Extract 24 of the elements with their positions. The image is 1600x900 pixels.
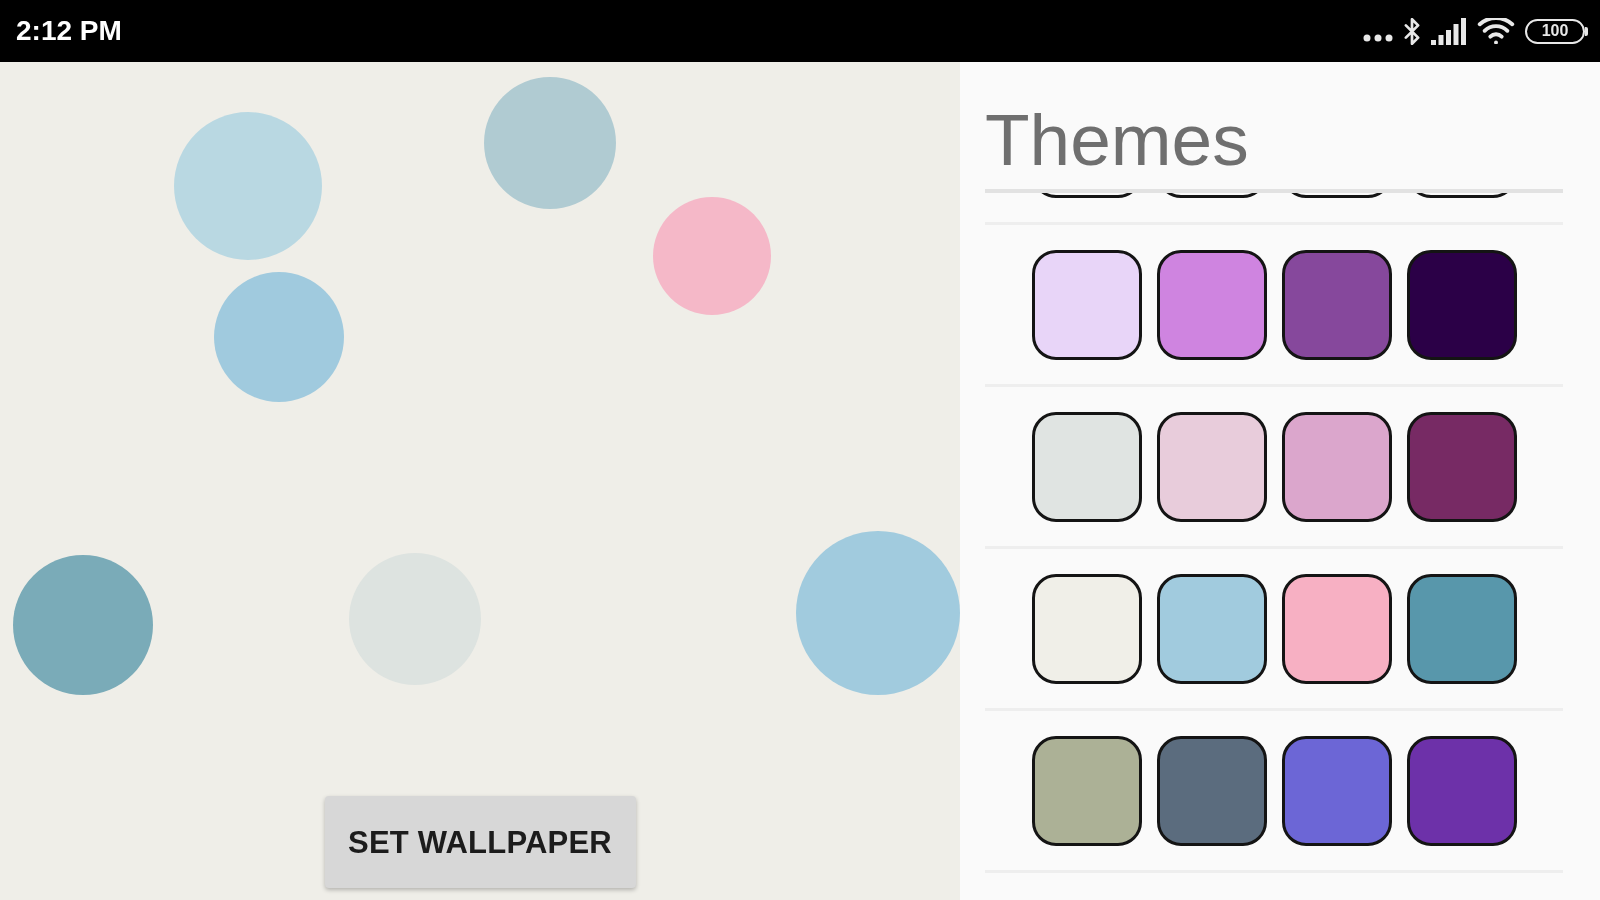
- clock-time: 2:12 PM: [16, 17, 122, 45]
- color-swatch[interactable]: [1406, 574, 1517, 684]
- color-swatch[interactable]: [1281, 736, 1392, 846]
- color-swatch[interactable]: [1031, 574, 1142, 684]
- color-swatch[interactable]: [1406, 412, 1517, 522]
- color-swatch[interactable]: [1031, 736, 1142, 846]
- color-swatch[interactable]: [1156, 250, 1267, 360]
- color-swatch[interactable]: [1031, 250, 1142, 360]
- more-dots-icon: [1363, 34, 1393, 42]
- bluetooth-icon: [1403, 17, 1421, 45]
- color-swatch[interactable]: [1031, 412, 1142, 522]
- color-swatch[interactable]: [1406, 250, 1517, 360]
- color-swatch[interactable]: [1156, 412, 1267, 522]
- set-wallpaper-button[interactable]: SET WALLPAPER: [324, 796, 636, 888]
- color-swatch[interactable]: [1156, 736, 1267, 846]
- color-swatch[interactable]: [1281, 250, 1392, 360]
- color-swatch[interactable]: [1281, 574, 1392, 684]
- color-swatch[interactable]: [1156, 574, 1267, 684]
- battery-level: 100: [1525, 18, 1588, 44]
- color-swatch[interactable]: [1406, 736, 1517, 846]
- color-swatch[interactable]: [1281, 412, 1392, 522]
- themes-title: Themes: [985, 103, 1249, 176]
- wifi-icon: [1477, 18, 1515, 44]
- signal-strength-icon: [1431, 17, 1467, 45]
